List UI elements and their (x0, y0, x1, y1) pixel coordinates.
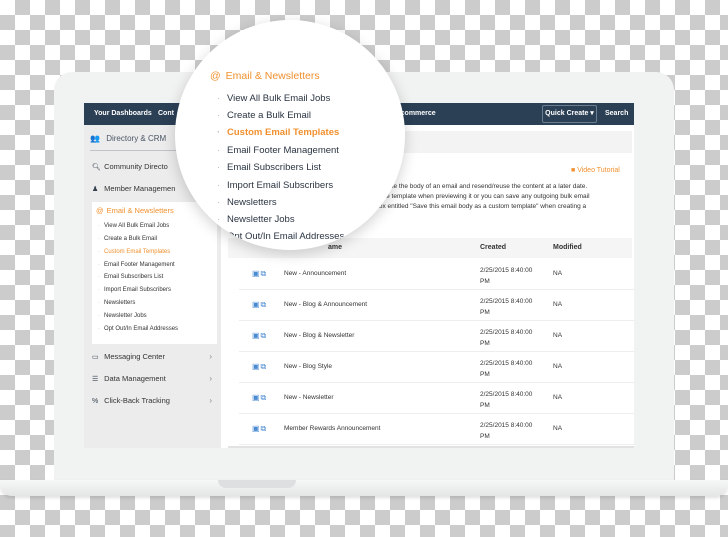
sidebar-item-label: Messaging Center (104, 352, 165, 361)
table-row[interactable]: ▣⧉ Member Rewards Announcement 2/25/2015… (239, 413, 634, 445)
sidebar-header-label: Directory & CRM (106, 134, 167, 143)
chevron-right-icon: › (209, 352, 212, 361)
sidebar-item-data-management[interactable]: ☰ Data Management › (92, 374, 212, 383)
sidebar-item-label: Community Directo (104, 162, 168, 171)
quick-create-button[interactable]: Quick Create ▾ (542, 105, 597, 123)
sidebar-item-community-directory[interactable]: 🔍︎ Community Directo (92, 162, 168, 171)
magnifier-link-custom-email-templates[interactable]: Custom Email Templates (217, 127, 339, 138)
user-icon: ♟ (92, 186, 99, 193)
sidebar-link-create-bulk-email[interactable]: Create a Bulk Email (98, 236, 157, 242)
laptop-notch (218, 480, 296, 488)
edit-copy-icons[interactable]: ▣⧉ (252, 424, 267, 434)
table-row[interactable]: ▣⧉ New - Newsletter 2/25/2015 8:40:00 PM … (239, 382, 634, 414)
sidebar-link-import-email-subscribers[interactable]: Import Email Subscribers (98, 287, 171, 293)
chevron-right-icon: › (209, 396, 212, 405)
link-icon: % (92, 398, 99, 405)
video-tutorial-link[interactable]: ■ Video Tutorial (571, 167, 620, 174)
inbox-icon: ▭ (92, 354, 99, 361)
column-modified[interactable]: Modified (553, 244, 582, 251)
column-created[interactable]: Created (480, 244, 506, 251)
magnifier-link-view-bulk-email-jobs[interactable]: View All Bulk Email Jobs (217, 93, 330, 104)
nav-your-dashboards[interactable]: Your Dashboards (94, 110, 152, 117)
table-row[interactable]: ▣⧉ New - Blog & Newsletter 2/25/2015 8:4… (239, 320, 634, 352)
sidebar-item-member-management[interactable]: ♟ Member Managemen (92, 184, 175, 193)
sidebar-item-messaging-center[interactable]: ▭ Messaging Center › (92, 352, 212, 361)
sidebar-link-email-footer-management[interactable]: Email Footer Management (98, 262, 175, 268)
laptop-base (0, 480, 728, 496)
magnifier-title[interactable]: @ Email & Newsletters (210, 70, 320, 82)
nav-search[interactable]: Search (605, 110, 628, 117)
email-newsletters-title[interactable]: @ Email & Newsletters (96, 206, 174, 215)
sidebar-item-click-back-tracking[interactable]: % Click-Back Tracking › (92, 396, 212, 405)
sidebar-item-label: Member Managemen (104, 184, 176, 193)
sidebar-link-newsletters[interactable]: Newsletters (98, 300, 135, 306)
edit-copy-icons[interactable]: ▣⧉ (252, 362, 267, 372)
chevron-right-icon: › (209, 374, 212, 383)
magnifier-link-newsletters[interactable]: Newsletters (217, 197, 277, 208)
table-row[interactable]: ▣⧉ New - Blog Style 2/25/2015 8:40:00 PM … (239, 351, 634, 383)
sidebar-item-label: Data Management (104, 374, 166, 383)
sidebar-item-label: Click-Back Tracking (104, 396, 170, 405)
at-icon: @ (96, 206, 104, 215)
sidebar-link-view-bulk-email-jobs[interactable]: View All Bulk Email Jobs (98, 223, 169, 229)
magnifier-link-import-email-subscribers[interactable]: Import Email Subscribers (217, 180, 333, 191)
column-name[interactable]: ame (328, 244, 342, 251)
edit-copy-icons[interactable]: ▣⧉ (252, 269, 267, 279)
table-row[interactable]: ▣⧉ New - Blog & Announcement 2/25/2015 8… (239, 289, 634, 321)
magnifier-callout: @Email & Newsletters View All Bulk Email… (175, 20, 405, 250)
edit-copy-icons[interactable]: ▣⧉ (252, 393, 267, 403)
edit-copy-icons[interactable]: ▣⧉ (252, 300, 267, 310)
search-icon: 🔍︎ (92, 164, 101, 171)
sidebar-link-custom-email-templates[interactable]: Custom Email Templates (98, 249, 170, 255)
table-row[interactable]: ▣⧉ New - Announcement 2/25/2015 8:40:00 P… (239, 258, 634, 290)
magnifier-link-email-footer-management[interactable]: Email Footer Management (217, 145, 339, 156)
list-icon: ☰ (92, 376, 99, 383)
email-newsletters-panel: @Email & Newsletters View All Bulk Email… (92, 202, 217, 344)
magnifier-link-opt-out-in[interactable]: Opt Out/In Email Addresses (217, 231, 344, 242)
edit-copy-icons[interactable]: ▣⧉ (252, 331, 267, 341)
magnifier-link-newsletter-jobs[interactable]: Newsletter Jobs (217, 214, 295, 225)
sidebar-link-newsletter-jobs[interactable]: Newsletter Jobs (98, 313, 147, 319)
sidebar-link-opt-out-in[interactable]: Opt Out/In Email Addresses (98, 326, 178, 332)
at-icon: @ (210, 70, 221, 82)
nav-contacts[interactable]: Cont (158, 110, 174, 117)
video-icon: ■ (571, 167, 576, 174)
group-icon: 👥 (90, 134, 100, 143)
sidebar-link-email-subscribers-list[interactable]: Email Subscribers List (98, 274, 163, 280)
table-bottom-border (228, 446, 634, 448)
magnifier-link-email-subscribers-list[interactable]: Email Subscribers List (217, 162, 321, 173)
magnifier-link-create-bulk-email[interactable]: Create a Bulk Email (217, 110, 311, 121)
